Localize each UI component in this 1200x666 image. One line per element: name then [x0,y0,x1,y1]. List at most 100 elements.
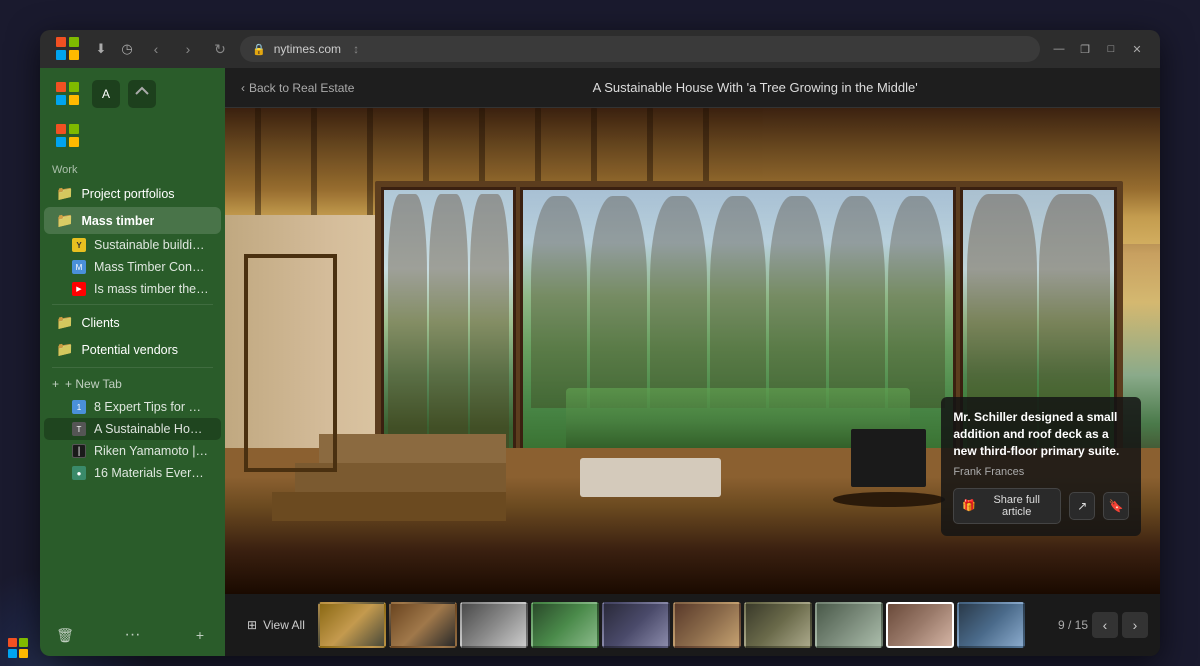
recent-tab-label-1: 8 Expert Tips for Stylin... [94,400,209,414]
sidebar-section-label: Work [40,160,225,180]
sidebar-mass-timber-label: Mass timber [81,214,154,228]
view-all-button[interactable]: ⊞ View All [237,612,315,638]
share-arrow-icon: ↗ [1077,499,1087,513]
thumbnail-2[interactable] [389,602,457,648]
main-article-image: Mr. Schiller designed a small addition a… [225,108,1160,594]
refresh-button[interactable]: ↻ [208,37,232,61]
gift-icon: 🎁 [962,499,976,512]
win-dot-green [19,638,28,647]
close-button[interactable]: ✕ [1126,38,1148,60]
sidebar-second-row [40,120,225,160]
sidebar-sub-item-sustainable[interactable]: Y Sustainable building... [44,234,221,256]
back-to-real-estate-button[interactable]: ‹ Back to Real Estate [241,81,354,95]
secure-icon: 🔒 [252,43,266,56]
sidebar-more-button[interactable]: ··· [125,626,141,644]
win-dot-blue [8,649,17,658]
sidebar-item-project-portfolios[interactable]: 📁 Project portfolios [44,180,221,207]
favicon-16-materials: ● [72,466,86,480]
window-controls: — ❐ □ ✕ [1048,38,1148,60]
share-label: Share full article [981,494,1052,518]
prev-image-button[interactable]: ‹ [1092,612,1118,638]
minimize-button[interactable]: — [1048,38,1070,60]
thumbnail-6[interactable] [673,602,741,648]
sidebar-add-button[interactable]: + [187,622,213,648]
thumbnail-4[interactable] [531,602,599,648]
sidebar-item-potential-vendors[interactable]: 📁 Potential vendors [44,336,221,363]
sidebar-item-clients[interactable]: 📁 Clients [44,309,221,336]
url-text: nytimes.com [274,42,341,56]
stair-3 [319,434,506,463]
new-tab-button[interactable]: + + New Tab [40,372,225,396]
sidebar-app-icon-2[interactable]: A [92,80,120,108]
page-indicator: 9 / 15 [1058,618,1088,632]
caption-text: Mr. Schiller designed a small addition a… [953,409,1129,459]
gothic-arch-row [523,190,953,414]
thumbnail-9-active[interactable] [886,602,954,648]
view-all-label: View All [263,618,305,632]
new-tab-label: + New Tab [65,377,122,391]
favicon-sustainable-house: T [72,422,86,436]
gothic-arch [388,194,427,450]
favicon-letter-2: M [76,263,83,272]
bookmark-icon: 🔖 [1109,499,1124,513]
favicon-expert-tips: 1 [72,400,86,414]
caption-actions: 🎁 Share full article ↗ 🔖 [953,488,1129,524]
sidebar-item-label: Project portfolios [81,187,174,201]
folder-icon-clients: 📁 [56,314,73,331]
sidebar-recent-tab-expert-tips[interactable]: 1 8 Expert Tips for Stylin... [44,396,221,418]
share-full-article-button[interactable]: 🎁 Share full article [953,488,1061,524]
thumbnail-1[interactable] [318,602,386,648]
share-icon-button[interactable]: ↗ [1069,492,1095,520]
main-layout: A [40,68,1160,656]
sidebar-app-icon-1[interactable] [52,78,84,110]
forward-navigation-button[interactable]: › [176,37,200,61]
gothic-arch [470,194,509,450]
gothic-column [769,196,826,408]
sidebar-recent-tab-16-materials[interactable]: ● 16 Materials Every Arc... [44,462,221,484]
win-dot-red [8,638,17,647]
favicon-sustainable: Y [72,238,86,252]
couch [580,458,720,497]
chair [851,429,926,487]
folder-icon-2: 📁 [56,212,73,229]
gothic-arch [429,194,468,450]
sidebar-top: A [40,68,225,120]
thumbnail-5[interactable] [602,602,670,648]
address-bar[interactable]: 🔒 nytimes.com ↕ [240,36,1040,62]
thumbnail-3[interactable] [460,602,528,648]
gothic-column [710,196,767,408]
gothic-column [829,196,886,408]
sidebar-bottom: 🗑 ··· + [40,614,225,656]
table [833,492,945,507]
window-pane-main [520,187,956,457]
favicon-mass-timber: M [72,260,86,274]
gothic-column [590,196,647,408]
sidebar-app-icon-colors-2[interactable] [52,120,84,152]
sidebar-recent-tab-riken[interactable]: | Riken Yamamoto | The... [44,440,221,462]
thumbnail-7[interactable] [744,602,812,648]
sidebar-app-icon-3[interactable] [128,80,156,108]
restore-button[interactable]: ❐ [1074,38,1096,60]
sidebar-sub-item-is-mass-timber[interactable]: ▶ Is mass timber the b... [44,278,221,300]
sidebar-vendors-label: Potential vendors [81,343,178,357]
back-navigation-button[interactable]: ‹ [144,37,168,61]
sub-item-label-3: Is mass timber the b... [94,282,209,296]
maximize-button[interactable]: □ [1100,38,1122,60]
sidebar-recent-tab-sustainable-house[interactable]: T A Sustainable House... [44,418,221,440]
sub-item-label: Sustainable building... [94,238,209,252]
next-image-button[interactable]: › [1122,612,1148,638]
sidebar-sub-item-mass-timber-constr[interactable]: M Mass Timber Constr... [44,256,221,278]
browser-window: ⬇ ◷ ‹ › ↻ 🔒 nytimes.com ↕ — ❐ □ ✕ [40,30,1160,656]
app-icon-colorful[interactable] [52,33,84,65]
door-frame [244,254,338,473]
download-icon[interactable]: ⬇ [92,40,110,58]
recent-tab-label-4: 16 Materials Every Arc... [94,466,209,480]
thumbnail-10[interactable] [957,602,1025,648]
history-icon[interactable]: ◷ [118,40,136,58]
gothic-grid-left [384,190,513,454]
bookmark-button[interactable]: 🔖 [1103,492,1129,520]
thumbnail-8[interactable] [815,602,883,648]
sidebar-trash-button[interactable]: 🗑 [52,622,78,648]
article-body: Mr. Schiller designed a small addition a… [225,108,1160,594]
sidebar-item-mass-timber[interactable]: 📁 Mass timber [44,207,221,234]
